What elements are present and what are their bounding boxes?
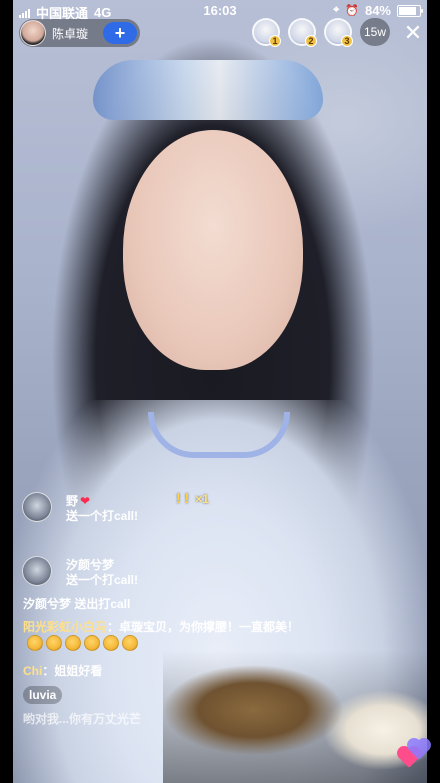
battery-percent: 84% bbox=[364, 3, 391, 18]
gift-sticker-text: ! ! bbox=[176, 490, 190, 506]
chat-user: 阳光彩虹小白马 bbox=[23, 620, 108, 635]
gift-sticker: ! ! ×1 bbox=[176, 490, 209, 506]
gift-sender-name-text: 野 bbox=[66, 494, 79, 508]
chat-user: Chi bbox=[23, 663, 43, 678]
emoji-row bbox=[27, 635, 138, 652]
viewer-count[interactable]: 15w bbox=[360, 18, 390, 46]
rank-badge: 1 bbox=[269, 35, 281, 47]
rank-badge: 3 bbox=[341, 35, 353, 47]
follow-button[interactable]: + bbox=[103, 22, 137, 44]
host-name: 陈卓璇 bbox=[52, 26, 89, 41]
gift-sender-avatar bbox=[22, 556, 52, 586]
chat-text: ：姐姐好看 bbox=[42, 663, 103, 678]
chat-message: 阳光彩虹小白马：卓璇宝贝，为你撑腰！一直都美！ bbox=[23, 619, 323, 655]
status-right: ⌖ ⏰ 84% bbox=[333, 3, 423, 18]
emoji-icon bbox=[65, 635, 81, 652]
gift-text: 送一个打call! bbox=[66, 509, 139, 523]
close-icon[interactable]: ✕ bbox=[403, 22, 423, 44]
chat-message: luvia bbox=[23, 685, 323, 704]
chat-message: 汐颜兮梦 送出打call bbox=[23, 596, 323, 612]
gift-text: 送一个打call! bbox=[66, 573, 139, 587]
chat-user-chip: luvia bbox=[23, 685, 63, 704]
chat-text: ：卓璇宝贝，为你撑腰！一直都美！ bbox=[107, 620, 300, 635]
streamer-face bbox=[123, 130, 303, 370]
battery-icon bbox=[397, 4, 423, 17]
viewer-avatar-1[interactable]: 1 bbox=[252, 18, 281, 47]
emoji-icon bbox=[27, 635, 43, 652]
chat-text: 哟对我...你有万丈光芒 bbox=[23, 711, 142, 726]
location-icon: ⌖ bbox=[333, 4, 340, 16]
emoji-icon bbox=[122, 635, 138, 652]
alarm-icon: ⏰ bbox=[345, 5, 359, 17]
host-card[interactable]: 陈卓璇 + bbox=[19, 19, 140, 47]
emoji-icon bbox=[103, 635, 119, 652]
viewer-avatar-3[interactable]: 3 bbox=[324, 18, 353, 47]
hair-bow bbox=[93, 60, 323, 120]
emoji-icon bbox=[84, 635, 100, 652]
emoji-icon bbox=[46, 635, 62, 652]
heart-icon: ❤ bbox=[80, 494, 91, 508]
chat-text: 汐颜兮梦 送出打call bbox=[23, 597, 131, 611]
reaction-hearts bbox=[392, 739, 429, 775]
top-viewers: 1 2 3 bbox=[252, 18, 353, 47]
rank-badge: 2 bbox=[305, 35, 317, 47]
gift-banner-1: 野 ❤ 送一个打call! ! ! ×1 bbox=[16, 490, 246, 526]
chat-feed: 汐颜兮梦 送出打call 阳光彩虹小白马：卓璇宝贝，为你撑腰！一直都美！ Chi… bbox=[23, 596, 323, 734]
viewer-avatar-2[interactable]: 2 bbox=[288, 18, 317, 47]
gift-multiplier: ×1 bbox=[195, 492, 209, 506]
chat-message: Chi：姐姐好看 bbox=[23, 663, 323, 679]
gift-banner-2: 汐颜兮梦 送一个打call! bbox=[16, 556, 246, 590]
chat-message: 哟对我...你有万丈光芒 bbox=[23, 711, 323, 727]
gift-sender-avatar bbox=[22, 492, 52, 522]
host-avatar[interactable] bbox=[20, 20, 46, 46]
